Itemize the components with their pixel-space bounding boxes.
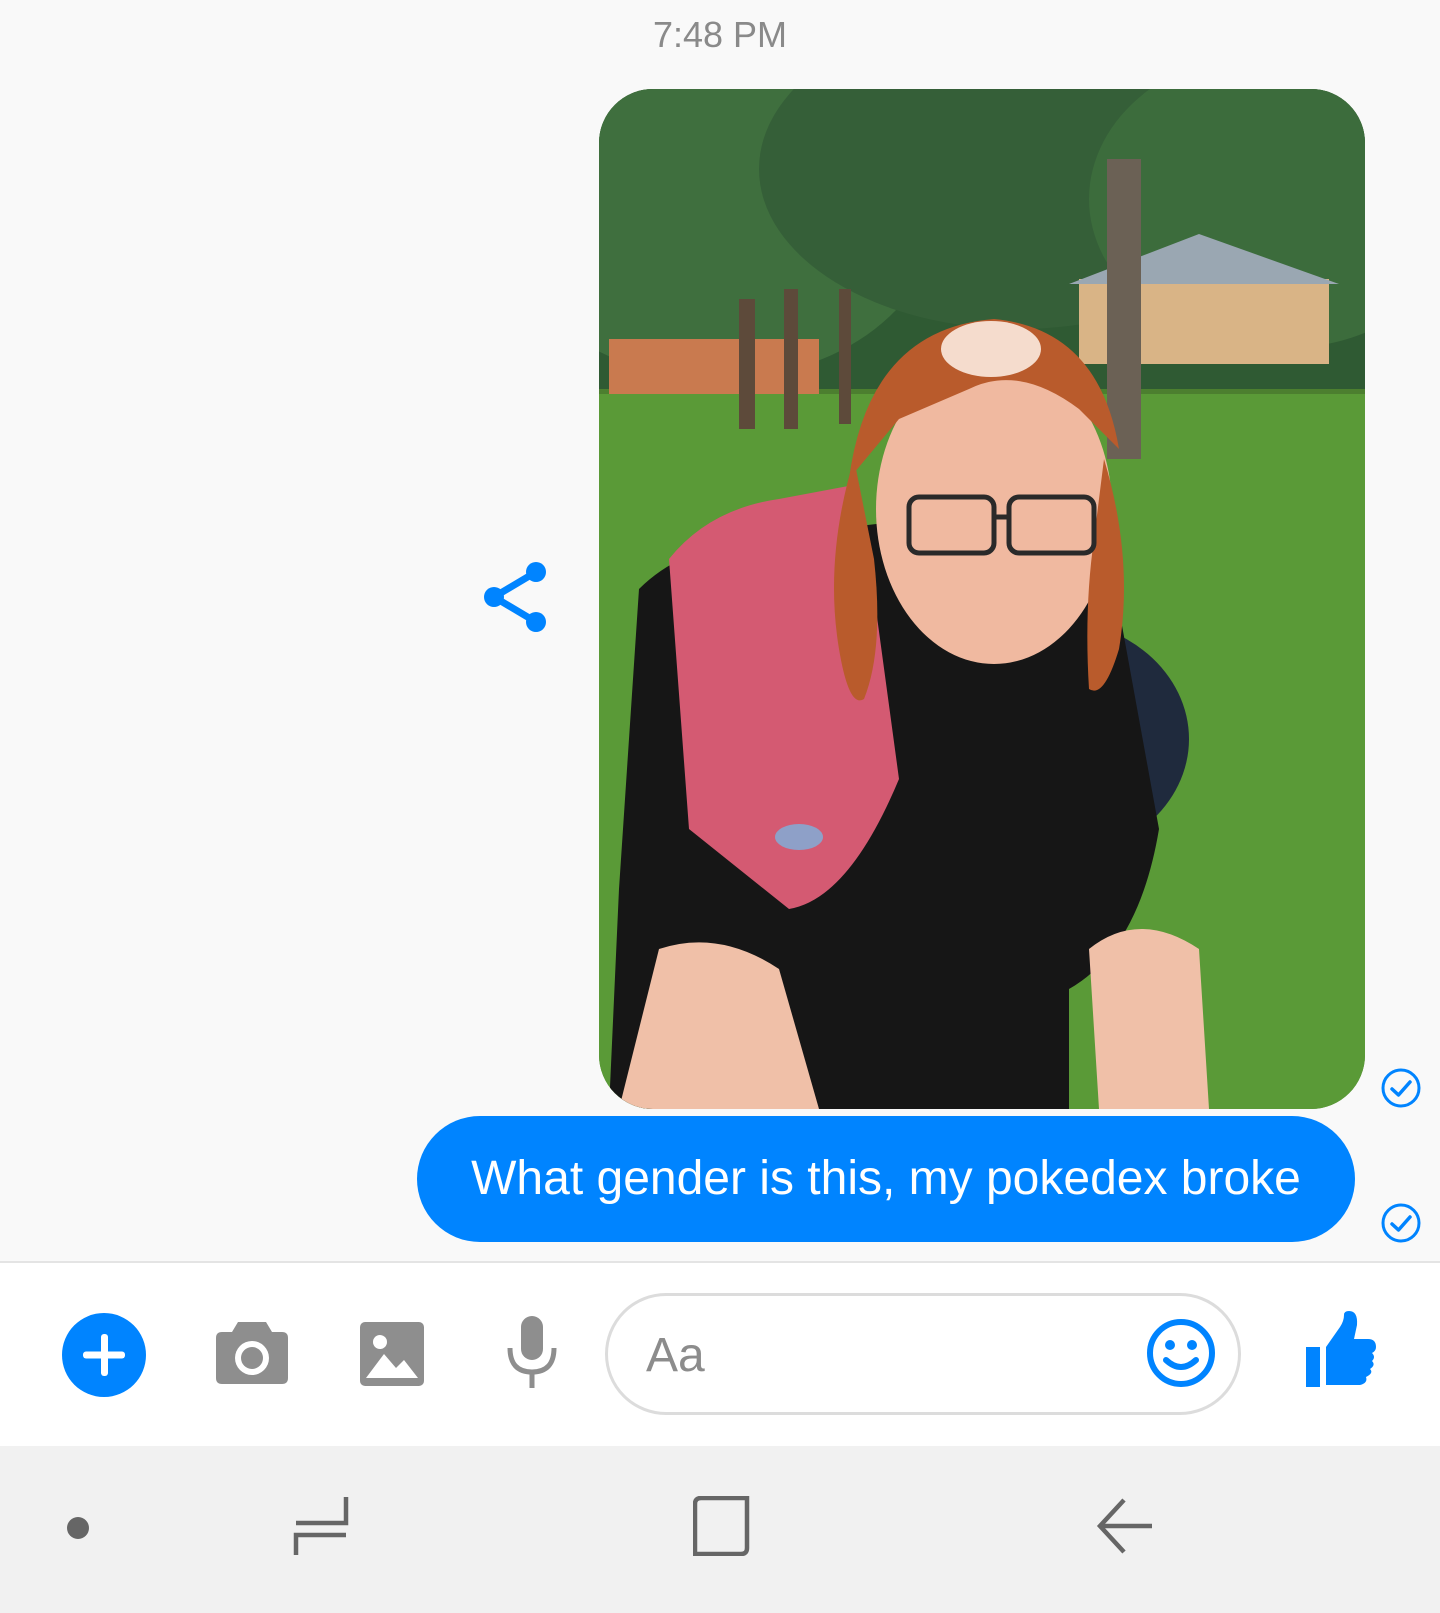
thumbs-up-icon [1306,1311,1376,1387]
plus-icon [62,1313,146,1397]
message-bubble[interactable]: What gender is this, my pokedex broke [417,1116,1355,1242]
check-circle-icon [1381,1068,1421,1108]
share-icon [484,562,546,632]
recents-button[interactable] [292,1495,350,1562]
message-input[interactable] [644,1316,1108,1394]
image-icon [360,1322,424,1386]
camera-icon [216,1322,288,1384]
share-button[interactable] [480,560,550,634]
timestamp: 7:48 PM [652,14,788,55]
home-button[interactable] [692,1495,751,1561]
check-circle-icon [1381,1203,1421,1243]
home-icon [692,1495,750,1557]
nav-indicator-dot [67,1517,89,1539]
gallery-button[interactable] [360,1322,424,1391]
sent-photo[interactable] [599,89,1365,1109]
smiley-icon [1147,1319,1215,1387]
add-button[interactable] [62,1313,146,1402]
microphone-icon [507,1316,557,1388]
photo-image [599,89,1365,1109]
like-button[interactable] [1304,1311,1376,1394]
emoji-button[interactable] [1146,1318,1216,1393]
message-read-receipt [1380,1202,1422,1244]
recents-icon [293,1497,349,1555]
voice-button[interactable] [506,1316,558,1395]
back-button[interactable] [1096,1496,1154,1563]
back-arrow-icon [1096,1498,1152,1554]
camera-button[interactable] [216,1318,288,1391]
system-nav-bar [0,1446,1440,1613]
photo-read-receipt [1380,1067,1422,1109]
